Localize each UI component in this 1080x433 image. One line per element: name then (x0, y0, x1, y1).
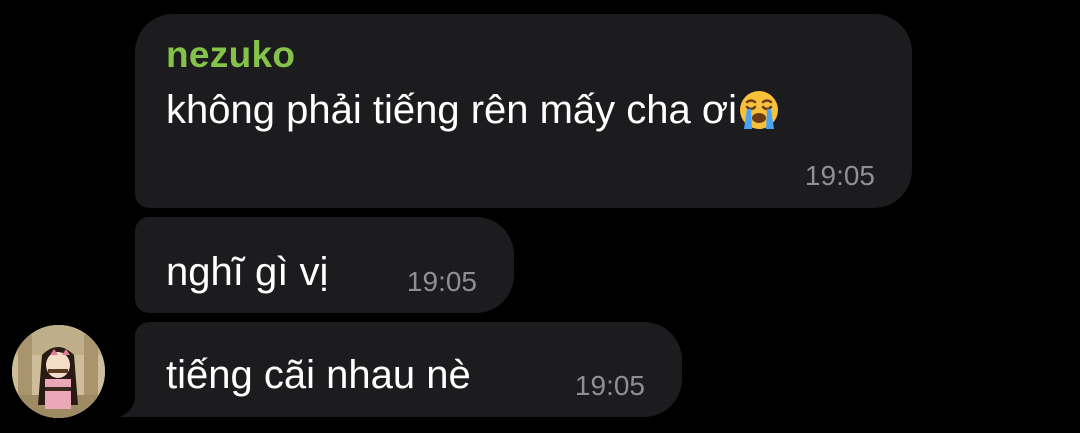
sender-name[interactable]: nezuko (166, 34, 295, 76)
avatar[interactable] (12, 325, 105, 418)
loudly-crying-face-icon (738, 89, 780, 141)
message-bubble[interactable]: tiếng cãi nhau nè 19:05 (135, 322, 682, 417)
message-text: không phải tiếng rên mấy cha ơi (166, 88, 780, 141)
timestamp: 19:05 (406, 266, 477, 297)
message-bubble[interactable]: nezuko không phải tiếng rên mấy cha ơi 1… (135, 14, 912, 208)
avatar-image (12, 325, 105, 418)
bubble-tail (120, 395, 150, 417)
message-text: tiếng cãi nhau nè (166, 353, 471, 397)
timestamp: 19:05 (574, 370, 645, 401)
timestamp: 19:05 (804, 160, 875, 191)
message-text: nghĩ gì vị (166, 250, 329, 294)
message-bubble[interactable]: nghĩ gì vị 19:05 (135, 217, 514, 313)
